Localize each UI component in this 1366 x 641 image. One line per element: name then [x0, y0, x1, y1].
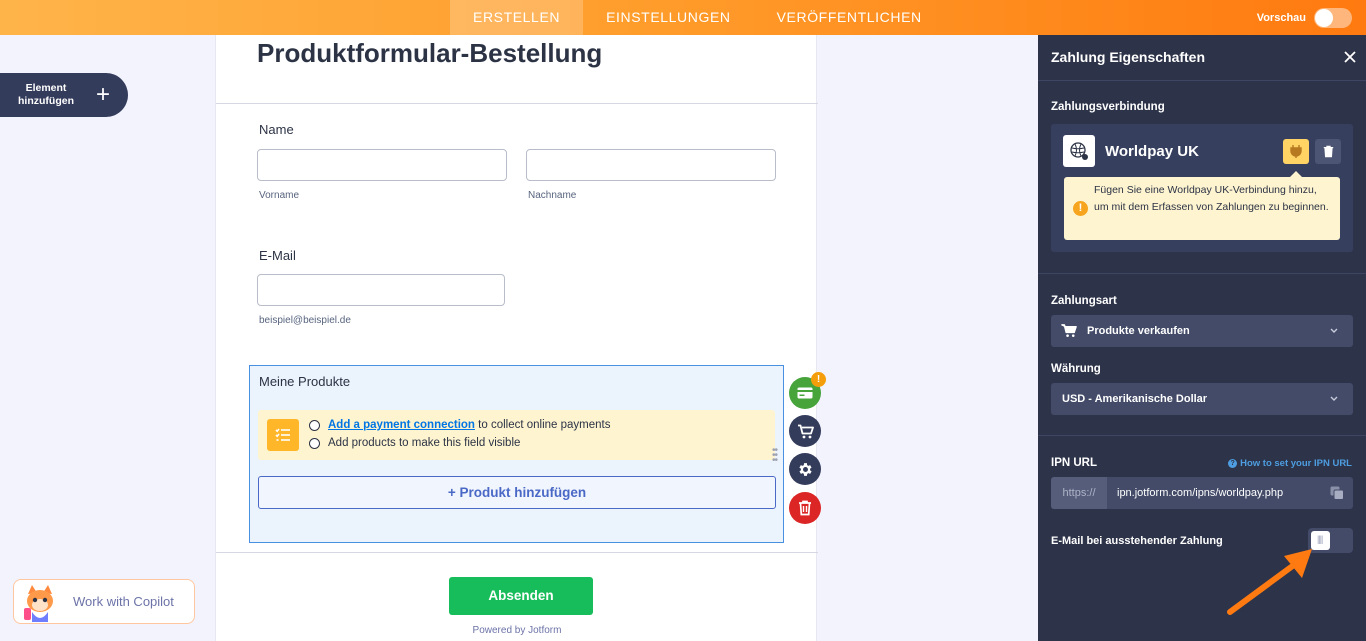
notice-text-rest: to collect online payments [474, 419, 611, 431]
remove-gateway-button[interactable] [1315, 139, 1341, 164]
copilot-button[interactable]: Work with Copilot [13, 579, 195, 624]
form-canvas: Produktformular-Bestellung Name Vorname … [215, 35, 818, 641]
currency-select[interactable]: USD - Amerikanische Dollar [1051, 383, 1353, 415]
drag-handle-icon[interactable]: •• •• •• [772, 446, 778, 466]
worldpay-logo-icon [1063, 135, 1095, 167]
plug-icon [1290, 145, 1302, 158]
product-list-field[interactable]: Meine Produkte Add a payment connection … [249, 365, 784, 543]
email-pending-label: E-Mail bei ausstehender Zahlung [1051, 535, 1223, 547]
chevron-down-icon [1330, 396, 1338, 401]
add-product-button[interactable]: + Produkt hinzufügen [258, 476, 776, 509]
gateway-name: Worldpay UK [1105, 143, 1199, 160]
ipn-help-text: How to set your IPN URL [1240, 458, 1352, 469]
question-icon: ? [1228, 459, 1238, 468]
panel-header: Zahlung Eigenschaften [1038, 35, 1366, 81]
tab-erstellen[interactable]: ERSTELLEN [450, 0, 584, 35]
gateway-card: Worldpay UK ! Fügen Sie eine Worldpay UK… [1051, 124, 1353, 252]
payment-connection-label: Zahlungsverbindung [1051, 101, 1165, 113]
chevron-down-icon [1330, 328, 1338, 333]
notice-row-products: Add products to make this field visible [309, 437, 520, 449]
last-name-sublabel: Nachname [528, 190, 577, 201]
currency-label: Währung [1051, 363, 1101, 375]
credit-card-icon [797, 387, 813, 399]
ipn-url-label: IPN URL [1051, 457, 1097, 469]
annotation-arrow-icon [1227, 549, 1312, 615]
email-label[interactable]: E-Mail [259, 248, 296, 263]
warning-badge: ! [811, 372, 826, 387]
ipn-url-field[interactable]: https:// ipn.jotform.com/ipns/worldpay.p… [1051, 477, 1353, 509]
email-input[interactable] [257, 274, 505, 306]
trash-icon [799, 500, 811, 516]
payment-type-select[interactable]: Produkte verkaufen [1051, 315, 1353, 347]
email-sublabel: beispiel@beispiel.de [259, 315, 351, 326]
warning-text: Fügen Sie eine Worldpay UK-Verbindung hi… [1094, 184, 1329, 213]
tab-veroeffentlichen[interactable]: VERÖFFENTLICHEN [754, 0, 945, 35]
currency-value: USD - Amerikanische Dollar [1062, 393, 1208, 405]
connect-gateway-button[interactable] [1283, 139, 1309, 164]
close-icon[interactable] [1344, 47, 1356, 68]
ipn-help-link[interactable]: ? How to set your IPN URL [1228, 458, 1352, 469]
builder-tabs: ERSTELLEN EINSTELLUNGEN VERÖFFENTLICHEN [450, 0, 945, 35]
submit-button[interactable]: Absenden [449, 577, 593, 615]
form-title[interactable]: Produktformular-Bestellung [257, 38, 602, 69]
top-navigation-bar: ERSTELLEN EINSTELLUNGEN VERÖFFENTLICHEN … [0, 0, 1366, 35]
add-payment-connection-link[interactable]: Add a payment connection [328, 419, 475, 431]
payment-type-value: Produkte verkaufen [1087, 325, 1190, 337]
first-name-input[interactable] [257, 149, 507, 181]
notice-row-payment: Add a payment connection to collect onli… [309, 419, 611, 431]
copilot-label: Work with Copilot [73, 594, 174, 609]
title-divider [216, 103, 818, 104]
add-element-button[interactable]: Element hinzufügen + [0, 73, 128, 117]
section-divider [216, 552, 818, 553]
payment-notice: Add a payment connection to collect onli… [258, 410, 775, 460]
field-properties-button[interactable] [789, 453, 821, 485]
preview-control: Vorschau [1257, 8, 1352, 28]
panel-divider [1038, 435, 1366, 436]
powered-by-label: Powered by Jotform [472, 625, 562, 636]
cart-icon [797, 424, 814, 438]
radio-circle-icon [309, 437, 320, 449]
plus-icon: + [96, 81, 111, 108]
panel-title: Zahlung Eigenschaften [1051, 49, 1206, 65]
warning-icon: ! [1073, 201, 1088, 216]
first-name-sublabel: Vorname [259, 190, 300, 201]
checklist-icon [267, 419, 299, 451]
notice-text-payment: Add a payment connection to collect onli… [328, 419, 611, 431]
preview-toggle-knob [1315, 9, 1333, 27]
products-title[interactable]: Meine Produkte [259, 374, 350, 389]
preview-label: Vorschau [1256, 12, 1306, 24]
payment-type-label: Zahlungsart [1051, 295, 1117, 307]
delete-field-button[interactable] [789, 492, 821, 524]
ipn-url-value: ipn.jotform.com/ipns/worldpay.php [1117, 487, 1284, 499]
ipn-url-prefix: https:// [1051, 477, 1107, 509]
gear-icon [798, 462, 812, 476]
cart-icon [1061, 324, 1077, 337]
notice-text-products: Add products to make this field visible [328, 437, 521, 449]
connection-warning: ! Fügen Sie eine Worldpay UK-Verbindung … [1064, 171, 1340, 240]
name-label[interactable]: Name [259, 122, 294, 137]
product-options-button[interactable] [789, 415, 821, 447]
add-element-label: Element hinzufügen [18, 82, 74, 107]
panel-divider [1038, 273, 1366, 274]
copy-icon[interactable] [1330, 486, 1344, 505]
radio-circle-icon [309, 419, 320, 431]
last-name-input[interactable] [526, 149, 776, 181]
trash-icon [1323, 145, 1333, 158]
copilot-avatar-icon [20, 582, 60, 622]
tab-einstellungen[interactable]: EINSTELLUNGEN [583, 0, 754, 35]
preview-toggle[interactable] [1314, 8, 1352, 28]
